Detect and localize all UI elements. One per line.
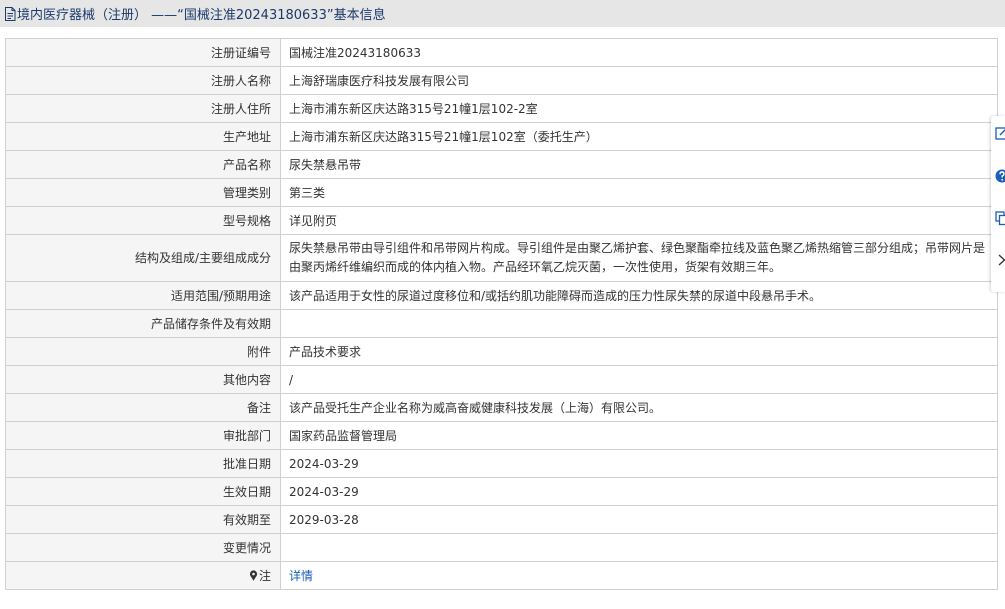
row-label: 生产地址 — [5, 122, 281, 151]
row-value: 2024-03-29 — [280, 449, 998, 478]
table-row: 批准日期 2024-03-29 — [5, 449, 998, 478]
table-row: 变更情况 — [5, 533, 998, 562]
table-row: 附件 产品技术要求 — [5, 337, 998, 366]
table-row: 注册证编号 国械注准20243180633 — [5, 38, 998, 67]
row-label: 管理类别 — [5, 178, 281, 207]
row-value: 2029-03-28 — [280, 505, 998, 534]
row-value — [280, 533, 998, 562]
row-value: 产品技术要求 — [280, 337, 998, 366]
chevron-right-icon[interactable] — [995, 252, 1005, 268]
row-label: 生效日期 — [5, 477, 281, 506]
row-label: 注册人住所 — [5, 94, 281, 123]
table-row: 有效期至 2029-03-28 — [5, 505, 998, 534]
row-label: 审批部门 — [5, 421, 281, 450]
note-label: 注 — [258, 568, 271, 583]
row-label: 产品储存条件及有效期 — [5, 309, 281, 338]
row-value: 尿失禁悬吊带由导引组件和吊带网片构成。导引组件是由聚乙烯护套、绿色聚酯牵拉线及蓝… — [280, 234, 998, 282]
row-label: 备注 — [5, 393, 281, 422]
row-value: 第三类 — [280, 178, 998, 207]
info-table: 注册证编号 国械注准20243180633 注册人名称 上海舒瑞康医疗科技发展有… — [5, 38, 998, 590]
side-toolbar — [991, 116, 1005, 292]
note-label-cell: 注 — [5, 561, 281, 590]
table-row: 注册人住所 上海市浦东新区庆达路315号21幢1层102-2室 — [5, 94, 998, 123]
row-value: 详情 — [280, 561, 998, 590]
table-row: 注册人名称 上海舒瑞康医疗科技发展有限公司 — [5, 66, 998, 95]
row-value: 详见附页 — [280, 206, 998, 235]
row-label: 适用范围/预期用途 — [5, 281, 281, 310]
table-row: 结构及组成/主要组成成分 尿失禁悬吊带由导引组件和吊带网片构成。导引组件是由聚乙… — [5, 234, 998, 282]
row-label: 批准日期 — [5, 449, 281, 478]
row-value: 2024-03-29 — [280, 477, 998, 506]
row-label: 产品名称 — [5, 150, 281, 179]
details-link[interactable]: 详情 — [289, 569, 313, 583]
row-label: 有效期至 — [5, 505, 281, 534]
row-label: 变更情况 — [5, 533, 281, 562]
row-label: 型号规格 — [5, 206, 281, 235]
row-label: 附件 — [5, 337, 281, 366]
row-value: 国械注准20243180633 — [280, 38, 998, 67]
table-row: 注 详情 — [5, 561, 998, 590]
row-value: 国家药品监督管理局 — [280, 421, 998, 450]
table-row: 其他内容 / — [5, 365, 998, 394]
table-row: 备注 该产品受托生产企业名称为威高奋威健康科技发展（上海）有限公司。 — [5, 393, 998, 422]
table-row: 型号规格 详见附页 — [5, 206, 998, 235]
row-label: 注册证编号 — [5, 38, 281, 67]
page-header: 境内医疗器械（注册） ——“国械注准20243180633”基本信息 — [0, 0, 1005, 27]
help-icon[interactable] — [995, 168, 1005, 184]
page-title: 境内医疗器械（注册） ——“国械注准20243180633”基本信息 — [17, 8, 386, 23]
document-icon — [4, 6, 16, 21]
table-row: 产品名称 尿失禁悬吊带 — [5, 150, 998, 179]
table-row: 产品储存条件及有效期 — [5, 309, 998, 338]
row-label: 其他内容 — [5, 365, 281, 394]
copy-icon[interactable] — [995, 210, 1005, 226]
table-row: 生产地址 上海市浦东新区庆达路315号21幢1层102室（委托生产） — [5, 122, 998, 151]
table-row: 审批部门 国家药品监督管理局 — [5, 421, 998, 450]
row-label: 结构及组成/主要组成成分 — [5, 234, 281, 282]
row-value: / — [280, 365, 998, 394]
row-value: 上海市浦东新区庆达路315号21幢1层102室（委托生产） — [280, 122, 998, 151]
edit-icon[interactable] — [995, 125, 1005, 141]
row-label: 注册人名称 — [5, 66, 281, 95]
table-row: 生效日期 2024-03-29 — [5, 477, 998, 506]
table-row: 管理类别 第三类 — [5, 178, 998, 207]
row-value: 该产品适用于女性的尿道过度移位和/或括约肌功能障碍而造成的压力性尿失禁的尿道中段… — [280, 281, 998, 310]
row-value: 上海市浦东新区庆达路315号21幢1层102-2室 — [280, 94, 998, 123]
row-value: 上海舒瑞康医疗科技发展有限公司 — [280, 66, 998, 95]
pin-icon — [249, 569, 258, 581]
table-row: 适用范围/预期用途 该产品适用于女性的尿道过度移位和/或括约肌功能障碍而造成的压… — [5, 281, 998, 310]
row-value: 该产品受托生产企业名称为威高奋威健康科技发展（上海）有限公司。 — [280, 393, 998, 422]
row-value: 尿失禁悬吊带 — [280, 150, 998, 179]
row-value — [280, 309, 998, 338]
